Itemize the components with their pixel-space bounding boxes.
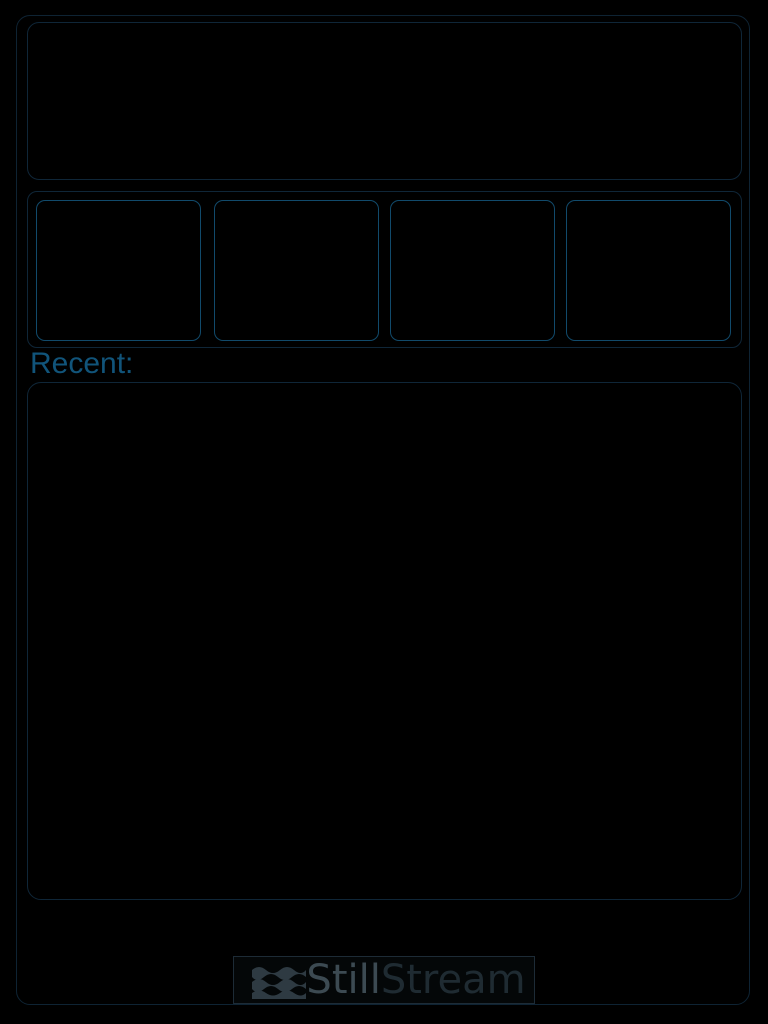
stillstream-logo[interactable]: StillStream <box>233 956 535 1004</box>
tile-button-3[interactable] <box>390 200 555 341</box>
recent-label: Recent: <box>30 347 134 380</box>
tile-button-2[interactable] <box>214 200 379 341</box>
tile-button-1[interactable] <box>36 200 201 341</box>
tile-button-4[interactable] <box>566 200 731 341</box>
buttons-panel <box>27 191 742 348</box>
logo-text-stream: Stream <box>380 957 526 1003</box>
logo-text: StillStream <box>306 958 525 1002</box>
waves-icon <box>252 967 307 999</box>
logo-text-still: Still <box>306 957 381 1003</box>
recent-list[interactable] <box>27 382 742 900</box>
now-playing-panel <box>27 22 742 180</box>
